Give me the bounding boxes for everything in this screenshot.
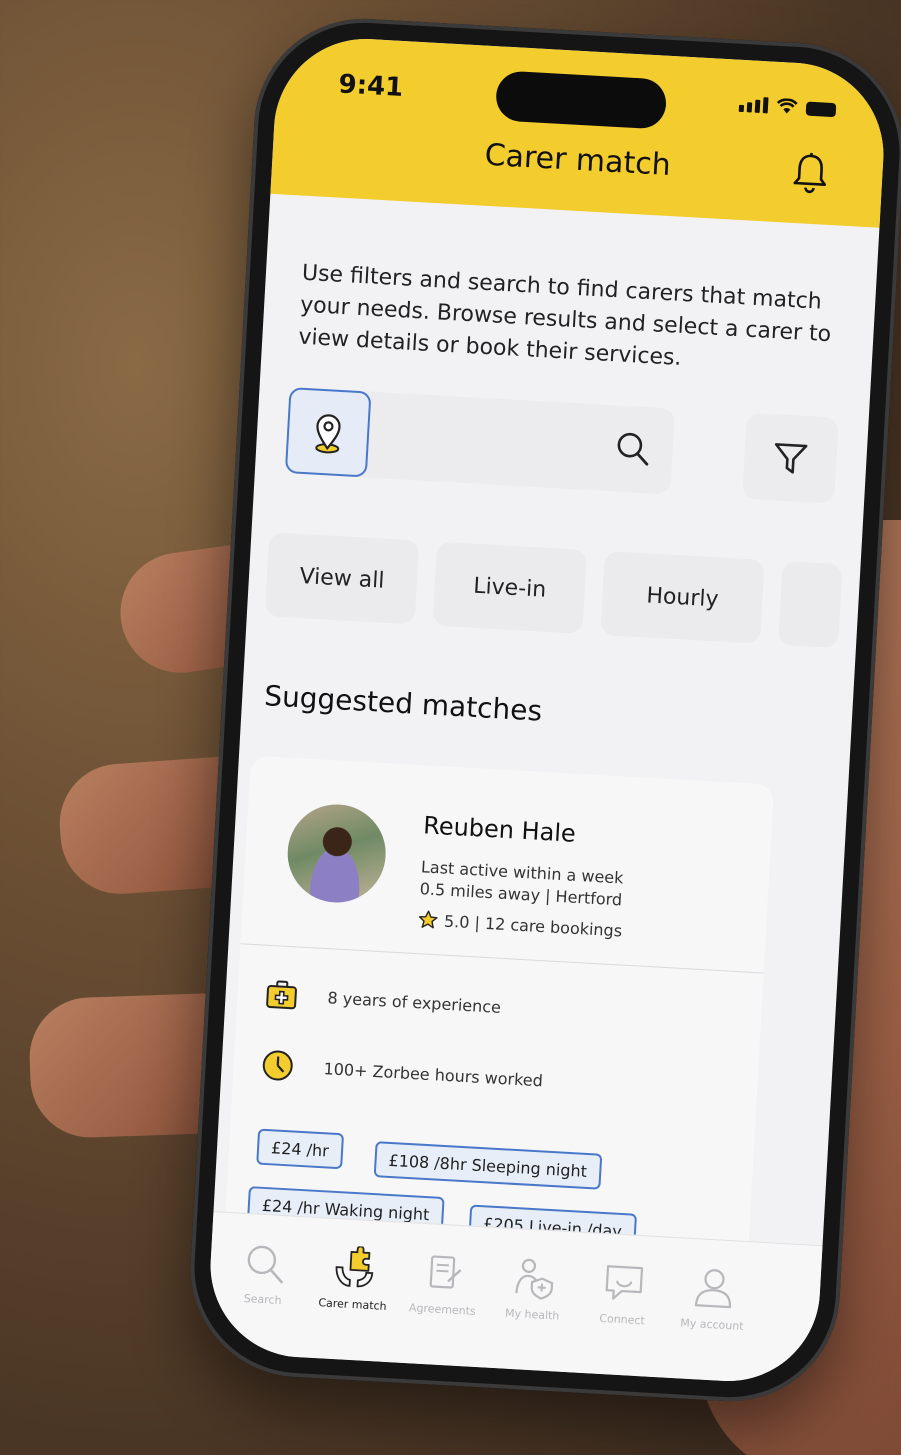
tab-label: My account xyxy=(679,1316,744,1333)
tab-label: Agreements xyxy=(408,1301,477,1318)
card-divider xyxy=(240,943,764,974)
tab-agreements[interactable]: Agreements xyxy=(394,1249,493,1319)
filter-chips: View all Live-in Hourly xyxy=(264,532,861,649)
tab-my-account[interactable]: My account xyxy=(664,1264,763,1334)
dynamic-island xyxy=(494,70,668,130)
tab-label: Connect xyxy=(599,1311,646,1328)
my-health-icon xyxy=(515,1258,554,1300)
filter-button[interactable] xyxy=(742,412,839,504)
chip-view-all[interactable]: View all xyxy=(264,532,420,625)
clock-icon xyxy=(262,1050,293,1081)
search-icon[interactable] xyxy=(614,429,652,467)
section-title: Suggested matches xyxy=(263,679,543,728)
rate-sleeping-night: £108 /8hr Sleeping night xyxy=(373,1141,602,1190)
search-row xyxy=(284,387,839,504)
carer-name: Reuben Hale xyxy=(422,811,577,848)
carer-rating: 5.0 | 12 care bookings xyxy=(418,909,623,940)
tab-search[interactable]: Search xyxy=(214,1238,313,1308)
phone-frame: 9:41 Carer match Use filters and search … xyxy=(184,12,901,1408)
tab-connect[interactable]: Connect xyxy=(574,1259,673,1329)
signal-icon xyxy=(738,96,769,114)
medical-kit-icon xyxy=(266,980,297,1010)
app-header: 9:41 Carer match xyxy=(270,34,889,228)
tab-label: My health xyxy=(504,1306,560,1323)
star-icon xyxy=(418,910,438,929)
account-icon xyxy=(694,1269,732,1309)
location-pin-icon xyxy=(315,414,341,454)
hours-text: 100+ Zorbee hours worked xyxy=(323,1058,544,1090)
search-icon xyxy=(247,1245,283,1284)
chip-hourly[interactable]: Hourly xyxy=(600,550,765,644)
status-icons xyxy=(738,96,837,118)
carer-match-icon xyxy=(335,1245,374,1288)
filter-icon xyxy=(774,443,808,474)
chip-more[interactable] xyxy=(778,560,843,649)
location-button[interactable] xyxy=(284,387,372,478)
avatar xyxy=(285,801,389,906)
rate-hourly: £24 /hr xyxy=(256,1128,344,1170)
chat-icon xyxy=(605,1265,644,1300)
app-screen: 9:41 Carer match Use filters and search … xyxy=(205,34,889,1386)
experience-text: 8 years of experience xyxy=(327,987,502,1017)
tab-carer-match[interactable]: Carer match xyxy=(304,1243,403,1313)
bell-icon[interactable] xyxy=(789,151,831,195)
status-time: 9:41 xyxy=(337,69,405,103)
hours-row: 100+ Zorbee hours worked xyxy=(261,1049,544,1097)
experience-row: 8 years of experience xyxy=(265,979,502,1022)
tab-label: Search xyxy=(243,1292,282,1308)
agreements-icon xyxy=(429,1255,462,1289)
rating-text: 5.0 | 12 care bookings xyxy=(443,911,623,941)
tab-my-health[interactable]: My health xyxy=(484,1254,583,1324)
wifi-icon xyxy=(776,98,798,114)
search-input[interactable] xyxy=(284,387,676,495)
tab-label: Carer match xyxy=(318,1296,387,1313)
chip-live-in[interactable]: Live-in xyxy=(432,541,587,634)
battery-icon xyxy=(805,101,837,118)
intro-text: Use filters and search to find carers th… xyxy=(297,260,832,371)
